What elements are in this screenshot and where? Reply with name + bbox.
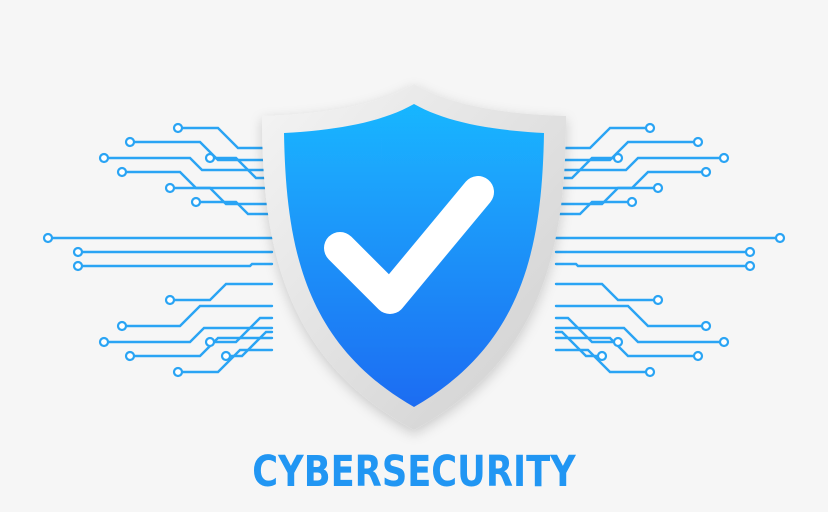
circuit-node <box>612 336 624 348</box>
circuit-node <box>164 182 176 194</box>
headline-cybersecurity: CYBERSECURITY <box>252 447 576 497</box>
circuit-trace <box>180 126 274 150</box>
circuit-node <box>744 260 756 272</box>
circuit-node <box>596 350 608 362</box>
cybersecurity-banner: CYBERSECURITY <box>0 0 828 512</box>
circuit-node <box>744 246 756 258</box>
circuit-node <box>42 232 54 244</box>
circuit-node <box>652 182 664 194</box>
circuit-trace <box>124 170 274 190</box>
circuit-node <box>626 196 638 208</box>
circuit-trace <box>554 262 748 268</box>
circuit-node <box>172 366 184 378</box>
circuit-trace <box>124 304 274 328</box>
shield-check-icon <box>262 84 566 430</box>
circuit-node <box>124 350 136 362</box>
circuit-node <box>644 366 656 378</box>
circuit-node <box>124 136 136 148</box>
circuit-node <box>172 122 184 134</box>
circuit-node <box>72 260 84 272</box>
circuit-node <box>700 320 712 332</box>
circuit-node <box>204 152 216 164</box>
circuit-node <box>644 122 656 134</box>
circuit-node <box>116 320 128 332</box>
circuit-node <box>692 350 704 362</box>
circuit-node <box>204 336 216 348</box>
circuit-node <box>72 246 84 258</box>
circuit-trace <box>80 262 274 268</box>
circuit-trace <box>554 170 704 190</box>
circuit-board-graphic <box>42 84 786 430</box>
circuit-node <box>692 136 704 148</box>
circuit-node <box>164 294 176 306</box>
circuit-node <box>774 232 786 244</box>
circuit-node <box>652 294 664 306</box>
circuit-trace <box>554 304 704 328</box>
circuit-trace <box>554 126 648 150</box>
circuit-node <box>612 152 624 164</box>
circuit-node <box>190 196 202 208</box>
circuit-trace <box>554 282 656 302</box>
circuit-trace <box>172 282 274 302</box>
circuit-node <box>718 152 730 164</box>
circuit-node <box>718 336 730 348</box>
circuit-node <box>700 166 712 178</box>
circuit-node <box>98 336 110 348</box>
circuit-node <box>98 152 110 164</box>
circuit-node <box>220 350 232 362</box>
circuit-node <box>116 166 128 178</box>
